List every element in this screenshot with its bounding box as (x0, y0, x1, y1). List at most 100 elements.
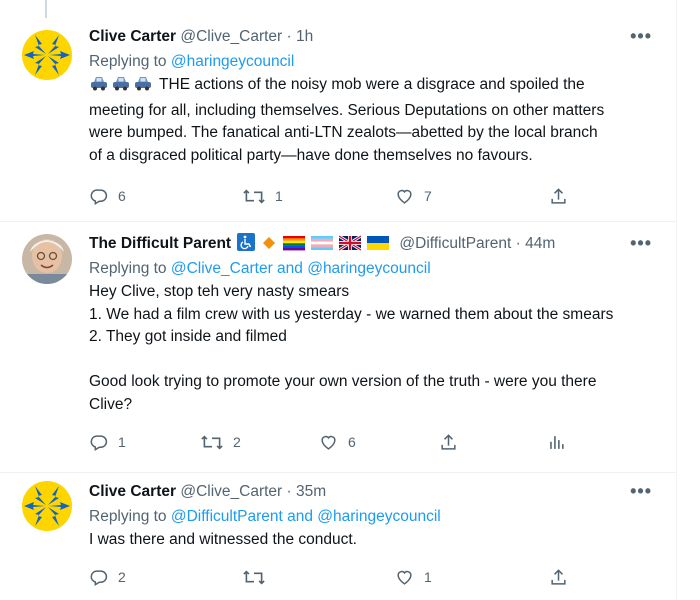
user-handle[interactable]: @Clive_Carter (180, 483, 282, 500)
replying-to: Replying to @DifficultParent and @haring… (89, 506, 658, 528)
separator-dot: · (286, 483, 292, 500)
replying-to: Replying to @Clive_Carter and @haringeyc… (89, 258, 658, 280)
retweet-button[interactable]: 1 (243, 184, 283, 208)
replying-to-prefix: Replying to (89, 53, 171, 70)
lightning-logo-icon (22, 30, 72, 80)
heart-icon (397, 570, 412, 585)
timestamp[interactable]: 44m (525, 235, 555, 252)
display-name[interactable]: Clive Carter (89, 28, 176, 45)
share-button[interactable] (549, 565, 568, 589)
like-count: 6 (348, 434, 356, 450)
orange-diamond-icon (261, 235, 277, 258)
profile-photo (22, 234, 72, 284)
replying-to-link[interactable]: @DifficultParent and @haringeycouncil (171, 508, 441, 525)
tweet-line: THE actions of the noisy mob were a disg… (89, 74, 658, 100)
share-icon (441, 433, 456, 450)
reply-button[interactable]: 6 (89, 184, 126, 208)
reply-count: 1 (118, 434, 126, 450)
share-icon (551, 187, 566, 204)
share-button[interactable] (439, 430, 458, 454)
replying-to-prefix: Replying to (89, 508, 171, 525)
tweet-line: Clive? (89, 395, 133, 413)
retweet-count: 2 (233, 434, 241, 450)
replying-to: Replying to @haringeycouncil (89, 51, 658, 73)
tweet-1[interactable]: Clive Carter @Clive_Carter · 1h ••• Repl… (0, 26, 676, 222)
tweet-actions: 1 2 6 (89, 430, 569, 454)
analytics-button[interactable] (547, 430, 566, 454)
retweet-icon (243, 569, 265, 585)
tweet-content: Clive Carter @Clive_Carter · 1h ••• Repl… (89, 26, 658, 167)
tweet-actions: 6 1 7 (89, 184, 569, 208)
tweet-line-text: THE actions of the noisy mob were a disg… (159, 76, 585, 93)
replying-to-link[interactable]: @haringeycouncil (171, 53, 294, 70)
avatar[interactable] (22, 30, 72, 80)
lightning-logo-icon (22, 481, 72, 531)
separator-dot: · (286, 28, 292, 45)
tweet-line (89, 349, 658, 372)
car-icon (89, 74, 109, 100)
like-button[interactable]: 7 (395, 184, 432, 208)
uk-flag-icon (338, 234, 362, 258)
tweet-line: 2. They got inside and filmed (89, 328, 287, 345)
share-button[interactable] (549, 184, 568, 208)
more-options-icon[interactable]: ••• (630, 232, 652, 254)
tweet-content: The Difficult Parent @DifficultParent · … (89, 233, 658, 416)
analytics-icon (550, 435, 564, 449)
tweet-2[interactable]: The Difficult Parent @DifficultParent · … (0, 222, 676, 473)
reply-icon (90, 434, 108, 451)
replying-to-prefix: Replying to (89, 260, 171, 277)
retweet-icon (243, 188, 265, 204)
more-options-icon[interactable]: ••• (630, 25, 652, 47)
tweet-line: Good look trying to promote your own ver… (89, 373, 597, 390)
reply-count: 2 (118, 569, 126, 585)
user-handle[interactable]: @DifficultParent (399, 235, 511, 252)
display-name[interactable]: The Difficult Parent (89, 235, 231, 252)
reply-button[interactable]: 1 (89, 430, 126, 454)
tweet-3[interactable]: Clive Carter @Clive_Carter · 35m ••• Rep… (0, 473, 676, 600)
reply-button[interactable]: 2 (89, 565, 126, 589)
reply-icon (90, 569, 108, 586)
tweet-header: Clive Carter @Clive_Carter · 35m ••• (89, 481, 658, 503)
timestamp[interactable]: 35m (296, 483, 326, 500)
trans-flag-icon (310, 235, 334, 258)
tweet-line: Hey Clive, stop teh very nasty smears (89, 283, 350, 300)
share-icon (551, 568, 566, 585)
heart-icon (321, 435, 336, 450)
tweet-content: Clive Carter @Clive_Carter · 35m ••• Rep… (89, 481, 658, 552)
tweet-text: I was there and witnessed the conduct. (89, 529, 658, 552)
retweet-count: 1 (275, 188, 283, 204)
user-handle[interactable]: @Clive_Carter (180, 28, 282, 45)
tweet-actions: 2 1 (89, 565, 569, 589)
like-button[interactable]: 1 (395, 565, 432, 589)
avatar[interactable] (22, 481, 72, 531)
car-icon (111, 74, 131, 100)
reply-count: 6 (118, 188, 126, 204)
tweet-line: 1. We had a film crew with us yesterday … (89, 305, 614, 323)
rainbow-flag-icon (283, 235, 306, 258)
display-name[interactable]: Clive Carter (89, 483, 176, 500)
avatar[interactable] (22, 234, 72, 284)
tweet-text: THE actions of the noisy mob were a disg… (89, 74, 658, 167)
tweet-header: The Difficult Parent @DifficultParent · … (89, 233, 658, 255)
tweet-header: Clive Carter @Clive_Carter · 1h ••• (89, 26, 658, 48)
like-count: 1 (424, 569, 432, 585)
separator-dot: · (515, 235, 521, 252)
retweet-icon (201, 434, 223, 450)
tweet-line: were bumped. The fanatical anti-LTN zeal… (89, 124, 598, 141)
thread-connector-line (45, 0, 47, 18)
replying-to-link[interactable]: @Clive_Carter and @haringeycouncil (171, 260, 431, 277)
timestamp[interactable]: 1h (296, 28, 313, 45)
tweet-line: of a disgraced political party—have done… (89, 146, 533, 164)
car-icon (133, 74, 153, 100)
retweet-button[interactable]: 2 (201, 430, 241, 454)
ukraine-flag-icon (367, 235, 390, 258)
like-count: 7 (424, 188, 432, 204)
retweet-button[interactable] (243, 565, 275, 589)
tweet-line: I was there and witnessed the conduct. (89, 531, 357, 548)
reply-icon (90, 188, 108, 205)
tweet-line: meeting for all, including themselves. S… (89, 101, 605, 119)
heart-icon (397, 189, 412, 204)
like-button[interactable]: 6 (319, 430, 356, 454)
more-options-icon[interactable]: ••• (630, 480, 652, 502)
column-border (676, 0, 677, 600)
